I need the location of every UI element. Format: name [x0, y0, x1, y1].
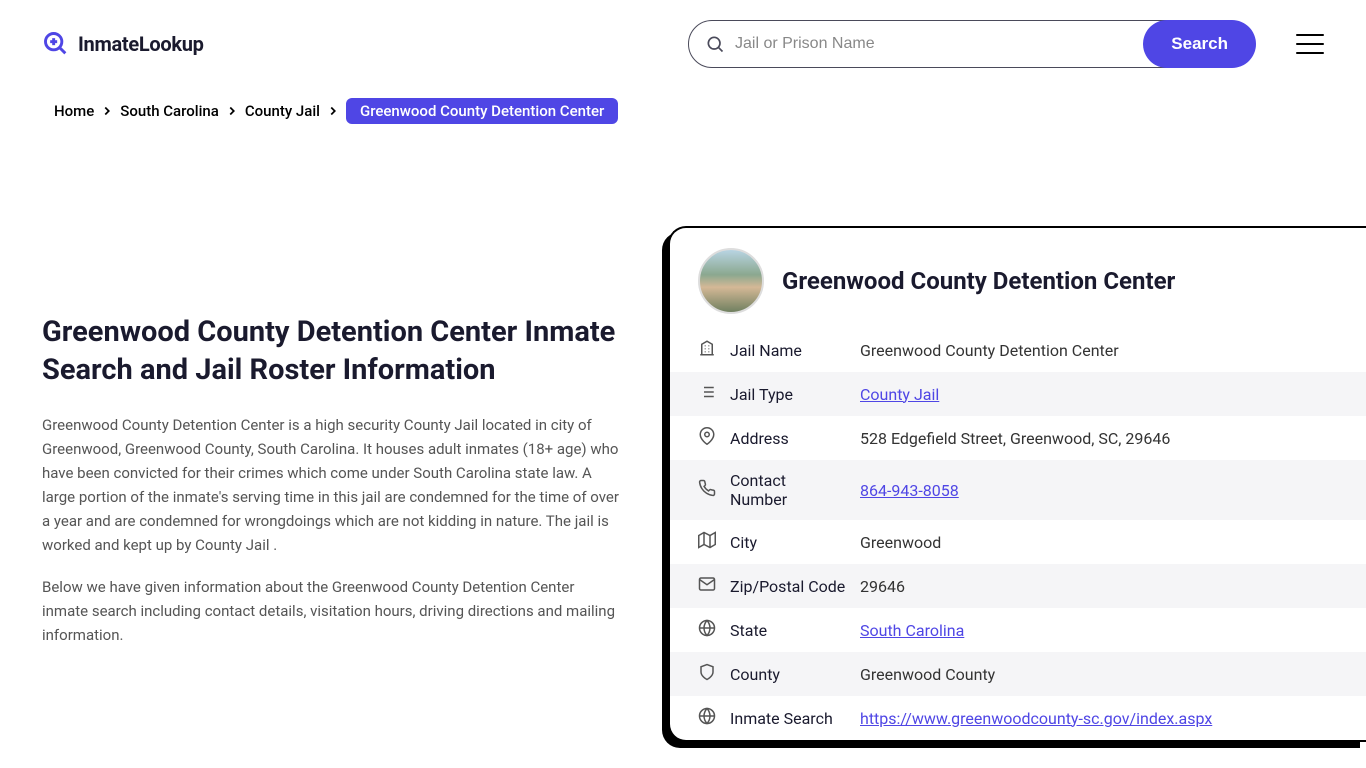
info-value: 29646 [860, 577, 905, 596]
info-value[interactable]: South Carolina [860, 621, 964, 640]
pin-icon [698, 427, 716, 449]
shield-icon [698, 663, 716, 685]
info-label: City [730, 533, 846, 552]
info-value: Greenwood County Detention Center [860, 341, 1119, 360]
menu-icon[interactable] [1296, 34, 1324, 54]
breadcrumb-type[interactable]: County Jail [245, 102, 320, 120]
info-row: State South Carolina [670, 608, 1366, 652]
info-row: City Greenwood [670, 520, 1366, 564]
search-button[interactable]: Search [1143, 20, 1256, 68]
breadcrumb-home[interactable]: Home [54, 102, 94, 120]
info-value: Greenwood County [860, 665, 995, 684]
facility-title: Greenwood County Detention Center [782, 267, 1175, 295]
web-icon [698, 707, 716, 729]
phone-icon [698, 479, 716, 501]
map-icon [698, 531, 716, 553]
info-value: 528 Edgefield Street, Greenwood, SC, 296… [860, 429, 1170, 448]
info-row: Inmate Search https://www.greenwoodcounty… [670, 696, 1366, 740]
list-icon [698, 383, 716, 405]
info-row: Address 528 Edgefield Street, Greenwood, … [670, 416, 1366, 460]
building-icon [698, 339, 716, 361]
info-row: County Greenwood County [670, 652, 1366, 696]
intro-paragraph-1: Greenwood County Detention Center is a h… [42, 413, 620, 557]
info-row: Zip/Postal Code 29646 [670, 564, 1366, 608]
info-label: Zip/Postal Code [730, 577, 846, 596]
info-card: Greenwood County Detention Center Jail N… [668, 226, 1366, 742]
info-label: County [730, 665, 846, 684]
chevron-right-icon [326, 104, 340, 118]
info-row: Jail Type County Jail [670, 372, 1366, 416]
info-row: Jail Name Greenwood County Detention Cent… [670, 328, 1366, 372]
search-input-wrap [688, 20, 1167, 68]
info-value[interactable]: 864-943-8058 [860, 481, 959, 500]
search-icon [705, 34, 725, 54]
mail-icon [698, 575, 716, 597]
info-label: State [730, 621, 846, 640]
info-row: Contact Number 864-943-8058 [670, 460, 1366, 520]
logo[interactable]: InmateLookup [42, 30, 204, 58]
logo-text: InmateLookup [78, 32, 204, 56]
search-logo-icon [42, 30, 70, 58]
search-input[interactable] [735, 21, 1150, 67]
breadcrumb-state[interactable]: South Carolina [120, 102, 219, 120]
intro-paragraph-2: Below we have given information about th… [42, 575, 620, 647]
search-container: Search [688, 20, 1256, 68]
info-label: Jail Name [730, 341, 846, 360]
info-label: Address [730, 429, 846, 448]
chevron-right-icon [225, 104, 239, 118]
breadcrumb: Home South Carolina County Jail Greenwoo… [0, 88, 1366, 134]
info-label: Jail Type [730, 385, 846, 404]
chevron-right-icon [100, 104, 114, 118]
globe-icon [698, 619, 716, 641]
info-label: Contact Number [730, 471, 846, 509]
facility-avatar [698, 248, 764, 314]
info-value: Greenwood [860, 533, 941, 552]
info-value[interactable]: https://www.greenwoodcounty-sc.gov/index… [860, 709, 1212, 728]
info-value[interactable]: County Jail [860, 385, 939, 404]
breadcrumb-current: Greenwood County Detention Center [346, 98, 618, 124]
page-title: Greenwood County Detention Center Inmate… [42, 314, 620, 389]
info-label: Inmate Search [730, 709, 846, 728]
